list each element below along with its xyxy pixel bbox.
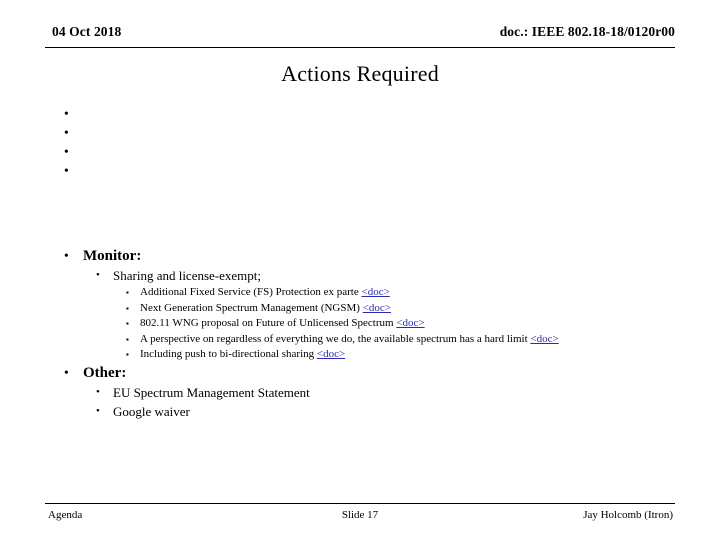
body-spacer	[45, 180, 690, 246]
slide-footer: Slide 17 Agenda Jay Holcomb (Itron)	[45, 509, 675, 527]
doc-link[interactable]: <doc>	[363, 302, 391, 314]
section-heading-monitor: Monitor:	[83, 248, 142, 264]
list-item-label: Next Generation Spectrum Management (NGS…	[140, 301, 363, 314]
list-item: ▪ Next Generation Spectrum Management (N…	[113, 301, 690, 317]
footer-author: Jay Holcomb (Itron)	[583, 509, 673, 521]
list-item-label: Including push to bi-directional sharing	[140, 348, 317, 360]
bullet-glyph-level3: ▪	[126, 350, 129, 359]
bullet-glyph-level3: ▪	[126, 319, 129, 328]
other-subitem: • EU Spectrum Management Statement	[83, 383, 690, 402]
empty-bullet-1: •	[45, 104, 690, 123]
bullet-glyph-level1: •	[64, 106, 69, 121]
list-item: ▪ 802.11 WNG proposal on Future of Unlic…	[113, 316, 690, 332]
slide-body: • • • • • Monitor: • Sharing and license…	[45, 104, 690, 421]
empty-bullet-3: •	[45, 142, 690, 161]
other-subitem: • Google waiver	[83, 402, 690, 421]
doc-link[interactable]: <doc>	[317, 348, 345, 360]
bullet-glyph-level3: ▪	[126, 334, 129, 344]
section-other: • Other: • EU Spectrum Management Statem…	[45, 363, 690, 421]
list-item: ▪ A perspective on regardless of everyth…	[113, 332, 690, 348]
bullet-glyph-level2: •	[96, 269, 100, 281]
header-doc-reference: doc.: IEEE 802.18-18/0120r00	[499, 24, 675, 39]
empty-bullet-4: •	[45, 161, 690, 180]
bullet-glyph-level2: •	[96, 385, 100, 398]
list-item-label: 802.11 WNG proposal on Future of Unlicen…	[140, 317, 397, 329]
doc-link[interactable]: <doc>	[530, 333, 558, 345]
page-title: Actions Required	[281, 61, 439, 86]
empty-bullet-2: •	[45, 123, 690, 142]
monitor-subitem-label: Sharing and license-exempt;	[113, 268, 262, 283]
slide: 04 Oct 2018 doc.: IEEE 802.18-18/0120r00…	[0, 0, 720, 540]
footer-section-label: Agenda	[48, 509, 83, 521]
bullet-glyph-level1: •	[64, 144, 69, 159]
doc-link[interactable]: <doc>	[396, 317, 424, 329]
list-item: ▪ Additional Fixed Service (FS) Protecti…	[113, 285, 690, 301]
bullet-list-level3-monitor: ▪ Additional Fixed Service (FS) Protecti…	[113, 285, 690, 363]
other-subitem-label: EU Spectrum Management Statement	[113, 384, 310, 400]
list-item-label: A perspective on regardless of everythin…	[140, 332, 531, 345]
footer-slide-number: Slide 17	[341, 509, 379, 521]
bullet-glyph-level1: •	[64, 364, 69, 380]
bullet-list-level1: • • • • • Monitor: • Sharing and license…	[45, 104, 690, 421]
footer-divider	[45, 503, 675, 504]
bullet-glyph-level2: •	[96, 404, 100, 417]
doc-link[interactable]: <doc>	[361, 286, 389, 298]
bullet-glyph-level1: •	[64, 163, 69, 178]
slide-header: 04 Oct 2018 doc.: IEEE 802.18-18/0120r00	[45, 24, 675, 50]
header-divider	[45, 47, 675, 48]
section-heading-other: Other:	[83, 364, 127, 381]
bullet-list-level2-other: • EU Spectrum Management Statement • Goo…	[83, 383, 690, 421]
bullet-glyph-level1: •	[64, 125, 69, 140]
list-item: ▪ Including push to bi-directional shari…	[113, 347, 690, 363]
section-monitor: • Monitor: • Sharing and license-exempt;…	[45, 246, 690, 363]
bullet-glyph-level3: ▪	[126, 288, 129, 297]
bullet-glyph-level1: •	[64, 248, 69, 263]
bullet-list-level2-monitor: • Sharing and license-exempt; ▪ Addition…	[83, 266, 690, 363]
other-subitem-label: Google waiver	[113, 403, 190, 419]
monitor-subitem: • Sharing and license-exempt; ▪ Addition…	[83, 266, 690, 363]
header-date: 04 Oct 2018	[52, 24, 122, 39]
bullet-glyph-level3: ▪	[126, 303, 129, 313]
list-item-label: Additional Fixed Service (FS) Protection…	[140, 286, 362, 298]
